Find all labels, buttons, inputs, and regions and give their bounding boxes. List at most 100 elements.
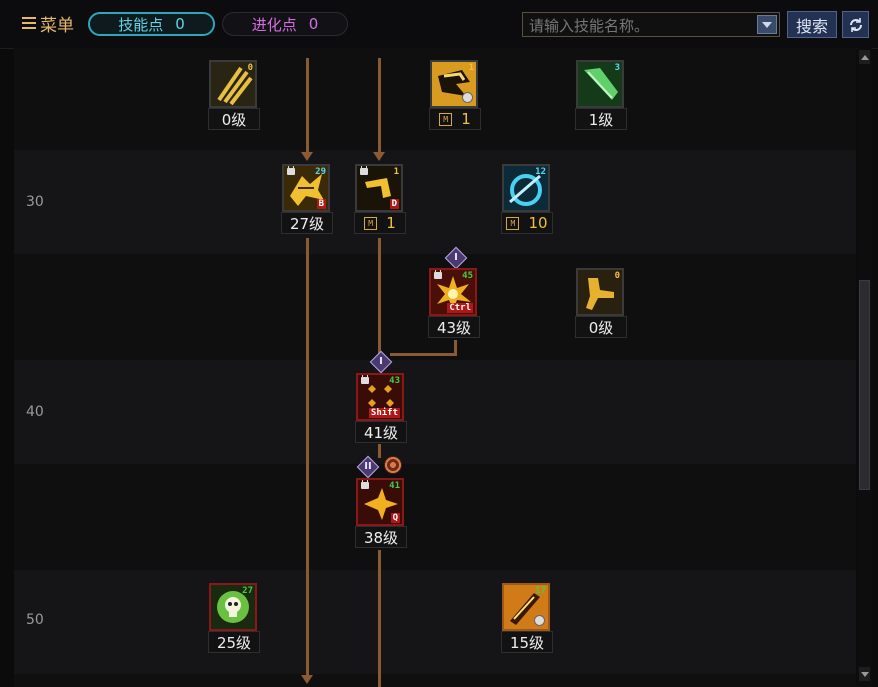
skill-badge: 0 [247, 63, 253, 73]
skill-node[interactable]: 3 1级 [575, 60, 627, 130]
skill-level: 1级 [575, 108, 627, 130]
kick-icon: 0 [576, 268, 624, 316]
skill-badge: 29 [315, 167, 326, 177]
refresh-icon [849, 17, 862, 32]
chevron-down-icon[interactable] [757, 15, 777, 34]
menu-button[interactable]: 菜单 [22, 11, 74, 36]
lock-icon [360, 166, 368, 175]
tier-marker-text: II [364, 461, 372, 472]
connector-line [378, 238, 381, 356]
connector-arrow [373, 152, 385, 161]
lock-icon [361, 375, 369, 384]
connector-arrow [301, 675, 313, 684]
fire-blade-icon: 17 [502, 583, 550, 631]
skill-level: 38级 [355, 526, 407, 548]
skill-badge: 1 [468, 63, 474, 73]
menu-label: 菜单 [40, 15, 74, 36]
search-box [522, 12, 780, 37]
boomerang-icon: 1 D [355, 164, 403, 212]
blue-crescent-icon: 12 [502, 164, 550, 212]
skill-node[interactable]: 43 Shift 41级 [355, 373, 407, 443]
hotkey-label: D [389, 199, 399, 209]
dash-strike-icon: 1 [430, 60, 478, 108]
scroll-down-arrow-icon[interactable] [859, 667, 870, 681]
level-row-50 [14, 570, 856, 674]
skill-node[interactable]: 45 Ctrl 43级 [428, 268, 480, 338]
skill-badge: 41 [389, 481, 400, 491]
skill-level-value: 10 [528, 214, 548, 232]
skill-node[interactable]: 0 0级 [575, 268, 627, 338]
skill-level: 0级 [208, 108, 260, 130]
skill-badge: 45 [462, 271, 473, 281]
skill-level: 43级 [428, 316, 480, 338]
cooldown-icon [534, 615, 545, 626]
connector-arrow [301, 152, 313, 161]
skill-badge: 12 [535, 167, 546, 177]
burst-icon: 41 Q [356, 478, 404, 526]
evo-points-display: 进化点 0 [222, 12, 348, 36]
multi-strike-icon: 43 Shift [356, 373, 404, 421]
level-label: 30 [26, 194, 44, 210]
scrollbar[interactable] [857, 48, 872, 687]
connector-line [378, 444, 381, 458]
skill-node[interactable]: 27 25级 [208, 583, 260, 653]
hotkey-label: B [316, 199, 326, 209]
skull-aura-icon: 27 [209, 583, 257, 631]
level-row-30 [14, 150, 856, 254]
refresh-button[interactable] [842, 11, 869, 38]
skill-level: M1 [429, 108, 481, 130]
tier-marker-text: I [379, 356, 383, 367]
skill-node[interactable]: 12 M 10 [501, 164, 553, 234]
skill-badge: 43 [389, 376, 400, 386]
claw-slash-icon: 0 [209, 60, 257, 108]
skill-level-value: 1 [386, 214, 396, 232]
green-blade-icon: 3 [576, 60, 624, 108]
skill-badge: 1 [393, 167, 399, 177]
skill-node[interactable]: 1 D M1 [354, 164, 406, 234]
skill-level: M1 [354, 212, 406, 234]
skill-level: M 10 [501, 212, 553, 234]
skill-level: 15级 [501, 631, 553, 653]
connector-line [378, 550, 381, 687]
connector-line [454, 340, 457, 356]
connector-line [306, 238, 309, 678]
hotkey-label: Shift [368, 408, 400, 418]
skill-node[interactable]: 29 B 27级 [281, 164, 333, 234]
tier-marker-text: I [454, 252, 458, 263]
skill-points-value: 0 [175, 15, 185, 33]
skill-node[interactable]: 41 Q 38级 [355, 478, 407, 548]
evo-points-value: 0 [308, 15, 319, 33]
skill-node[interactable]: 0 0级 [208, 60, 260, 130]
scroll-up-arrow-icon[interactable] [859, 50, 870, 64]
skill-points-label: 技能点 [118, 15, 164, 34]
level-label: 40 [26, 404, 44, 420]
lock-icon [434, 270, 442, 279]
lock-icon [287, 166, 295, 175]
skill-badge: 3 [614, 63, 620, 73]
search-button[interactable]: 搜索 [787, 11, 837, 38]
skill-level: 25级 [208, 631, 260, 653]
skill-level-value: 1 [461, 110, 471, 128]
skill-node[interactable]: 1 M1 [429, 60, 481, 130]
connector-line [378, 58, 381, 154]
scrollbar-thumb[interactable] [859, 280, 870, 490]
skill-tree-panel: 30 40 50 I I II 0 0级 1 M1 3 1级 29 B 27级 … [14, 48, 856, 687]
menu-icon [22, 17, 36, 29]
skill-level: 27级 [281, 212, 333, 234]
connector-line [390, 353, 457, 356]
skill-badge: 27 [242, 586, 253, 596]
hotkey-label: Q [390, 513, 400, 523]
level-row-40 [14, 360, 856, 464]
evo-points-label: 进化点 [251, 15, 297, 34]
connector-line [306, 58, 309, 154]
skill-level: 0级 [575, 316, 627, 338]
search-input[interactable] [527, 15, 755, 36]
toolbar: 菜单 技能点 0 进化点 0 搜索 [0, 0, 878, 49]
level-label: 50 [26, 612, 44, 628]
skill-badge: 17 [535, 586, 546, 596]
explosion-icon: 45 Ctrl [429, 268, 477, 316]
skill-node[interactable]: 17 15级 [501, 583, 553, 653]
skill-points-display: 技能点 0 [88, 12, 215, 36]
swirl-icon [384, 456, 402, 474]
hotkey-label: Ctrl [447, 303, 473, 313]
